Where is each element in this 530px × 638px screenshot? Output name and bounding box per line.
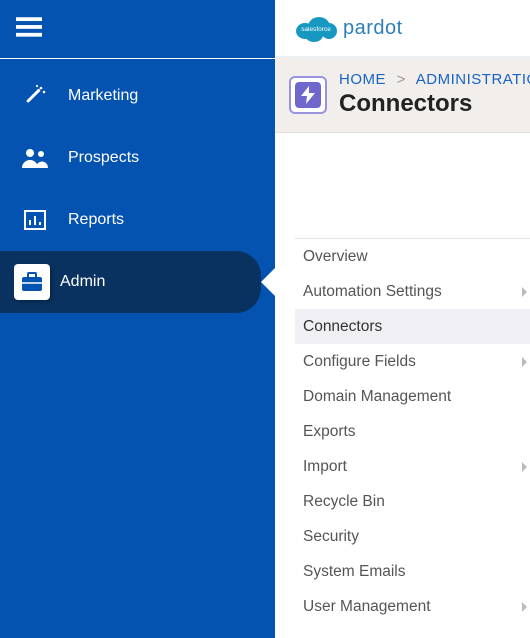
sidebar-item-label: Reports — [68, 211, 124, 229]
sidebar-item-label: Admin — [60, 273, 105, 291]
bar-chart-icon — [20, 205, 50, 235]
active-pointer-icon — [261, 268, 275, 296]
content-spacer — [275, 133, 530, 238]
submenu-item-import[interactable]: Import — [295, 449, 530, 484]
submenu-item-exports[interactable]: Exports — [295, 414, 530, 449]
submenu-item-system-emails[interactable]: System Emails — [295, 554, 530, 589]
sidebar-item-reports[interactable]: Reports — [0, 189, 275, 251]
submenu-label: Security — [303, 528, 359, 546]
wand-icon — [20, 81, 50, 111]
brand-bar: salesforce pardot — [275, 0, 530, 57]
product-name: pardot — [343, 17, 403, 40]
chevron-right-icon — [522, 357, 527, 367]
breadcrumb: HOME > ADMINISTRATIO — [339, 71, 530, 88]
submenu-label: Exports — [303, 423, 356, 441]
admin-submenu: Overview Automation Settings Connectors … — [295, 238, 530, 624]
submenu-label: Connectors — [303, 318, 382, 336]
header-strip: HOME > ADMINISTRATIO Connectors — [275, 57, 530, 133]
people-icon — [20, 143, 50, 173]
submenu-item-domain-management[interactable]: Domain Management — [295, 379, 530, 414]
svg-text:salesforce: salesforce — [301, 26, 331, 33]
submenu-item-automation-settings[interactable]: Automation Settings — [295, 274, 530, 309]
sidebar-nav: Marketing Prospects Reports — [0, 59, 275, 313]
submenu-label: Recycle Bin — [303, 493, 385, 511]
chevron-right-icon — [522, 602, 527, 612]
sidebar-item-prospects[interactable]: Prospects — [0, 127, 275, 189]
submenu-label: Automation Settings — [303, 283, 442, 301]
sidebar-item-label: Marketing — [68, 87, 138, 105]
breadcrumb-separator-icon: > — [397, 71, 406, 88]
breadcrumb-section[interactable]: ADMINISTRATIO — [416, 71, 530, 88]
chevron-right-icon — [522, 287, 527, 297]
lightning-icon — [295, 82, 321, 108]
header-text: HOME > ADMINISTRATIO Connectors — [339, 71, 530, 118]
submenu-label: System Emails — [303, 563, 406, 581]
submenu-label: Configure Fields — [303, 353, 416, 371]
sidebar-item-label: Prospects — [68, 149, 139, 167]
page-title: Connectors — [339, 90, 530, 118]
submenu-item-connectors[interactable]: Connectors — [295, 309, 530, 344]
submenu-item-configure-fields[interactable]: Configure Fields — [295, 344, 530, 379]
header-icon-box — [289, 76, 327, 114]
sidebar: Marketing Prospects Reports — [0, 0, 275, 638]
briefcase-icon — [14, 264, 50, 300]
submenu-label: Domain Management — [303, 388, 451, 406]
submenu-item-user-management[interactable]: User Management — [295, 589, 530, 624]
sidebar-item-marketing[interactable]: Marketing — [0, 65, 275, 127]
chevron-right-icon — [522, 462, 527, 472]
sidebar-item-admin[interactable]: Admin — [0, 251, 261, 313]
hamburger-button[interactable] — [0, 0, 275, 58]
submenu-item-security[interactable]: Security — [295, 519, 530, 554]
main: salesforce pardot HOME > ADMINISTRATIO C… — [275, 0, 530, 638]
submenu-label: Overview — [303, 248, 368, 266]
submenu-label: User Management — [303, 598, 431, 616]
submenu-item-recycle-bin[interactable]: Recycle Bin — [295, 484, 530, 519]
hamburger-icon — [16, 14, 42, 45]
submenu-item-overview[interactable]: Overview — [295, 239, 530, 274]
breadcrumb-home[interactable]: HOME — [339, 71, 386, 88]
submenu-label: Import — [303, 458, 347, 476]
salesforce-cloud-icon: salesforce — [295, 13, 337, 43]
